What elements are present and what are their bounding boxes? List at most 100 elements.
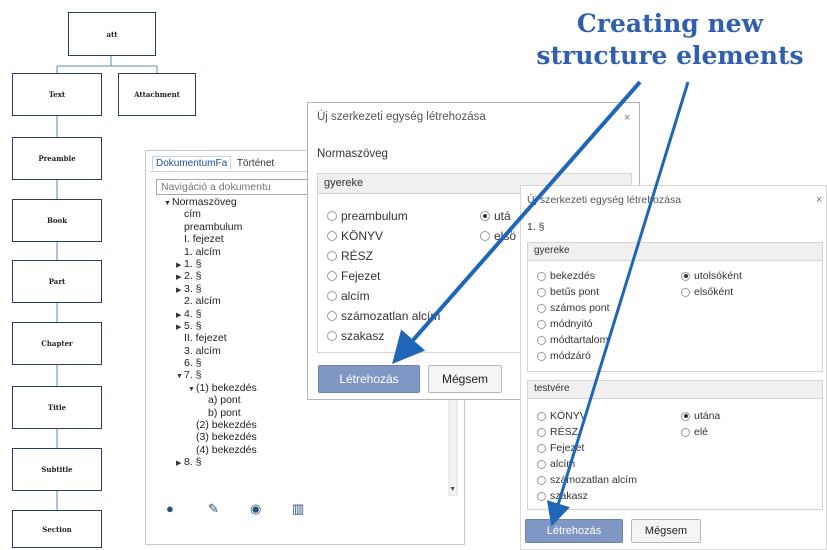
close-icon[interactable]: × bbox=[624, 112, 630, 124]
create-button[interactable]: Létrehozás bbox=[525, 519, 623, 543]
option-modtartalom[interactable]: módtartalom bbox=[537, 334, 608, 346]
add-icon[interactable]: ● bbox=[166, 501, 208, 516]
tree-node[interactable]: ▶ 8. § bbox=[164, 456, 257, 468]
tab-dokumentumfa[interactable]: DokumentumFa bbox=[152, 156, 232, 170]
radio-icon bbox=[681, 427, 690, 437]
caption-text: Creating new structure elements bbox=[520, 8, 820, 72]
radio-icon bbox=[327, 291, 337, 301]
tree-node-label: (2) bekezdés bbox=[196, 419, 257, 432]
tree-node[interactable]: ▼Normaszöveg bbox=[164, 196, 257, 208]
tree-node[interactable]: I. fejezet bbox=[164, 233, 257, 245]
radio-icon bbox=[537, 351, 546, 361]
tree-node-label: (3) bekezdés bbox=[196, 431, 257, 444]
option-elsokent[interactable]: elsőként bbox=[681, 286, 733, 298]
option-ele[interactable]: elé bbox=[681, 426, 708, 438]
option-alcim[interactable]: alcím bbox=[327, 289, 370, 303]
tree-node[interactable]: a) pont bbox=[164, 394, 257, 406]
diagram-node-title: Title bbox=[12, 386, 102, 429]
diagram-root-node: att bbox=[68, 12, 156, 56]
option-resz[interactable]: RÉSZ bbox=[537, 426, 578, 438]
diagram-node-preamble: Preamble bbox=[12, 137, 102, 180]
tree-search-input[interactable] bbox=[156, 179, 316, 195]
tree-node[interactable]: ▼7. § bbox=[164, 369, 257, 381]
radio-selected-icon bbox=[681, 271, 690, 281]
tree-node[interactable]: (3) bekezdés bbox=[164, 431, 257, 443]
option-resz[interactable]: RÉSZ bbox=[327, 249, 373, 263]
option-betus-pont[interactable]: betűs pont bbox=[537, 286, 599, 298]
diagram-node-text: Text bbox=[12, 73, 102, 116]
group-heading: testvére bbox=[528, 381, 822, 399]
tree-node[interactable]: 3. alcím bbox=[164, 345, 257, 357]
document-tree: ▼Normaszöveg cím preambulum I. fejezet 1. al… bbox=[164, 196, 257, 469]
option-fejezet[interactable]: Fejezet bbox=[327, 269, 380, 283]
close-icon[interactable]: × bbox=[816, 194, 822, 206]
option-elso[interactable]: elsö bbox=[480, 229, 516, 243]
link-icon[interactable]: ✎ bbox=[208, 501, 250, 517]
option-preambulum[interactable]: preambulum bbox=[327, 209, 408, 223]
expanded-icon[interactable]: ▼ bbox=[188, 384, 196, 396]
expanded-icon[interactable]: ▼ bbox=[164, 198, 172, 210]
option-szamos-pont[interactable]: számos pont bbox=[537, 302, 610, 314]
caption-line-2: structure elements bbox=[536, 41, 804, 70]
tree-node-label: (4) bekezdés bbox=[196, 443, 257, 456]
radio-selected-icon bbox=[681, 411, 690, 421]
tree-node[interactable]: ▶ 4. § bbox=[164, 308, 257, 320]
tree-node-label: 6. § bbox=[184, 357, 202, 370]
radio-icon bbox=[537, 319, 546, 329]
option-szakasz[interactable]: szakasz bbox=[327, 329, 384, 343]
radio-icon bbox=[537, 303, 546, 313]
tree-node-label: I. fejezet bbox=[184, 233, 224, 246]
tree-node-label: (1) bekezdés bbox=[196, 381, 257, 394]
radio-icon bbox=[327, 331, 337, 341]
create-button[interactable]: Létrehozás bbox=[318, 365, 420, 393]
institution-icon[interactable]: ▥ bbox=[292, 501, 334, 517]
tree-node[interactable]: ▶ 1. § bbox=[164, 258, 257, 270]
option-utolsokent[interactable]: utolsóként bbox=[681, 270, 742, 282]
option-konyv[interactable]: KÖNYV bbox=[327, 229, 383, 243]
diagram-node-part: Part bbox=[12, 260, 102, 303]
collapsed-icon[interactable]: ▶ bbox=[176, 458, 184, 470]
tree-node[interactable]: II. fejezet bbox=[164, 332, 257, 344]
expanded-icon[interactable]: ▼ bbox=[176, 371, 184, 383]
tree-node[interactable]: (2) bekezdés bbox=[164, 419, 257, 431]
option-fejezet[interactable]: Fejezet bbox=[537, 442, 584, 454]
option-modnyito[interactable]: módnyitó bbox=[537, 318, 593, 330]
tree-node[interactable]: 6. § bbox=[164, 357, 257, 369]
tree-node-label: b) pont bbox=[208, 406, 241, 419]
tree-node-label: 2. alcím bbox=[184, 295, 221, 308]
radio-icon bbox=[537, 271, 546, 281]
dialog-title: Új szerkezeti egység létrehozása bbox=[317, 111, 486, 123]
radio-icon bbox=[537, 411, 546, 421]
option-szamozatlan-alcim[interactable]: számozatlan alcím bbox=[327, 309, 440, 323]
tree-node[interactable]: 1. alcím bbox=[164, 246, 257, 258]
dialog-subtitle: Normaszöveg bbox=[317, 148, 388, 160]
tree-node[interactable]: b) pont bbox=[164, 407, 257, 419]
option-bekezdes[interactable]: bekezdés bbox=[537, 270, 595, 282]
tree-node[interactable]: (4) bekezdés bbox=[164, 444, 257, 456]
option-szakasz[interactable]: szakasz bbox=[537, 490, 588, 502]
tree-node[interactable]: ▶ 3. § bbox=[164, 283, 257, 295]
scroll-down-icon[interactable]: ▼ bbox=[449, 486, 456, 493]
option-utana[interactable]: utá bbox=[480, 209, 511, 223]
tab-tortenet[interactable]: Történet bbox=[234, 157, 277, 170]
option-konyv[interactable]: KÖNYV bbox=[537, 410, 587, 422]
diagram-node-section: Section bbox=[12, 510, 102, 548]
group-heading: gyereke bbox=[528, 243, 822, 261]
radio-icon bbox=[537, 427, 546, 437]
tree-node[interactable]: cím bbox=[164, 208, 257, 220]
option-modzaro[interactable]: módzáró bbox=[537, 350, 591, 362]
tree-node[interactable]: preambulum bbox=[164, 221, 257, 233]
option-szamozatlan-alcim[interactable]: számozatlan alcím bbox=[537, 474, 637, 486]
tree-node[interactable]: ▶ 2. § bbox=[164, 270, 257, 282]
radio-icon bbox=[537, 443, 546, 453]
tree-node-label: 7. § bbox=[184, 369, 202, 382]
tree-node[interactable]: 2. alcím bbox=[164, 295, 257, 307]
view-icon[interactable]: ◉ bbox=[250, 501, 292, 517]
option-utana[interactable]: utána bbox=[681, 410, 720, 422]
cancel-button[interactable]: Mégsem bbox=[428, 365, 502, 393]
tree-node-label: 8. § bbox=[184, 456, 202, 469]
tree-node-label: II. fejezet bbox=[184, 332, 227, 345]
tree-node[interactable]: ▶ 5. § bbox=[164, 320, 257, 332]
option-alcim[interactable]: alcím bbox=[537, 458, 575, 470]
cancel-button[interactable]: Mégsem bbox=[631, 519, 701, 543]
